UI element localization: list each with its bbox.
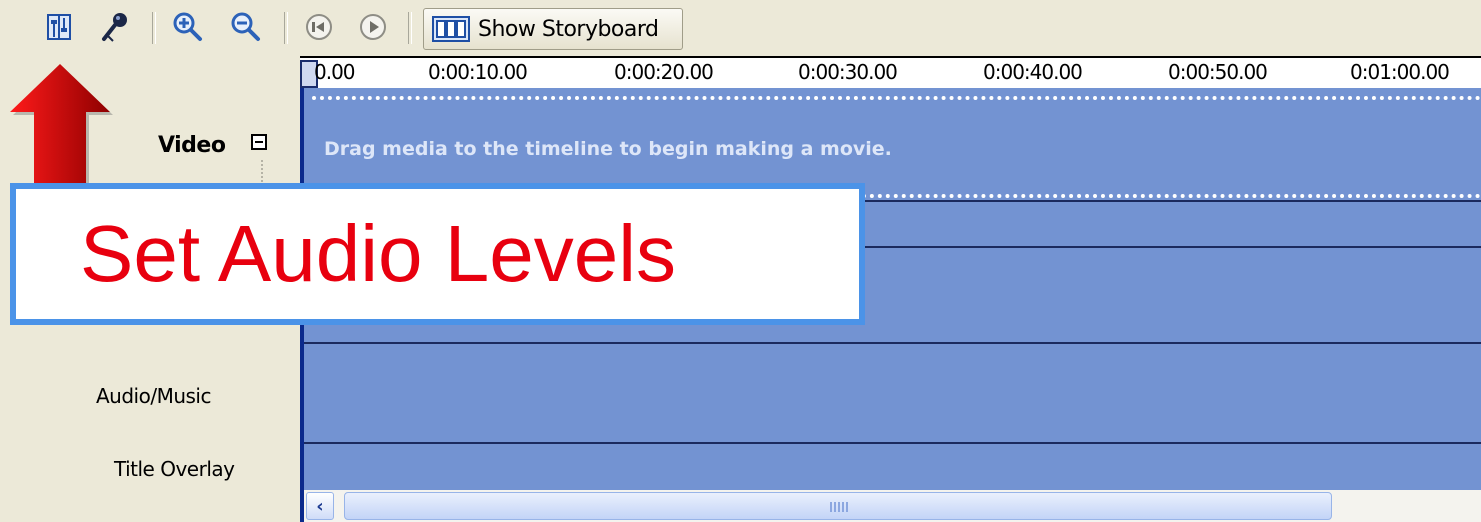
ruler-tick-label: 0:00:30.00 [798, 60, 898, 84]
ruler-tick-label: 0:00:50.00 [1168, 60, 1268, 84]
storyboard-icon [432, 16, 470, 42]
track-divider [304, 442, 1481, 444]
video-track-label: Video [158, 133, 226, 158]
timeline-scrollbar[interactable]: ‹ [300, 490, 1481, 522]
title-overlay-track-label: Title Overlay [114, 457, 235, 481]
scroll-thumb[interactable] [344, 492, 1332, 520]
play-icon[interactable] [356, 10, 390, 44]
ruler-tick-label: 0:01:00.00 [1350, 60, 1450, 84]
set-audio-levels-icon[interactable] [42, 10, 76, 44]
collapse-video-icon[interactable] [251, 134, 267, 150]
chevron-left-icon: ‹ [316, 495, 324, 517]
scroll-grip [830, 502, 848, 512]
timeline-ruler[interactable]: 0.00 0:00:10.00 0:00:20.00 0:00:30.00 0:… [300, 56, 1481, 88]
microphone-icon[interactable] [98, 10, 132, 44]
show-storyboard-label: Show Storyboard [478, 16, 659, 42]
zoom-in-icon[interactable] [170, 10, 204, 44]
toolbar-separator [408, 12, 412, 44]
callout-text: Set Audio Levels [80, 209, 676, 298]
instruction-callout: Set Audio Levels [10, 183, 865, 325]
timeline-toolbar: Show Storyboard [0, 0, 1481, 56]
red-up-arrow-icon [10, 64, 113, 190]
drag-media-hint: Drag media to the timeline to begin maki… [324, 138, 892, 160]
toolbar-separator [152, 12, 156, 44]
ruler-tick-label: 0:00:10.00 [428, 60, 528, 84]
ruler-tick-label: 0:00:20.00 [614, 60, 714, 84]
track-divider [304, 342, 1481, 344]
scroll-left-button[interactable]: ‹ [306, 492, 334, 520]
rewind-icon[interactable] [302, 10, 336, 44]
zoom-out-icon[interactable] [228, 10, 262, 44]
audio-music-track-label: Audio/Music [96, 384, 212, 408]
ruler-tick-label: 0.00 [314, 60, 356, 84]
toolbar-separator [284, 12, 288, 44]
show-storyboard-button[interactable]: Show Storyboard [423, 8, 683, 50]
ruler-tick-label: 0:00:40.00 [983, 60, 1083, 84]
